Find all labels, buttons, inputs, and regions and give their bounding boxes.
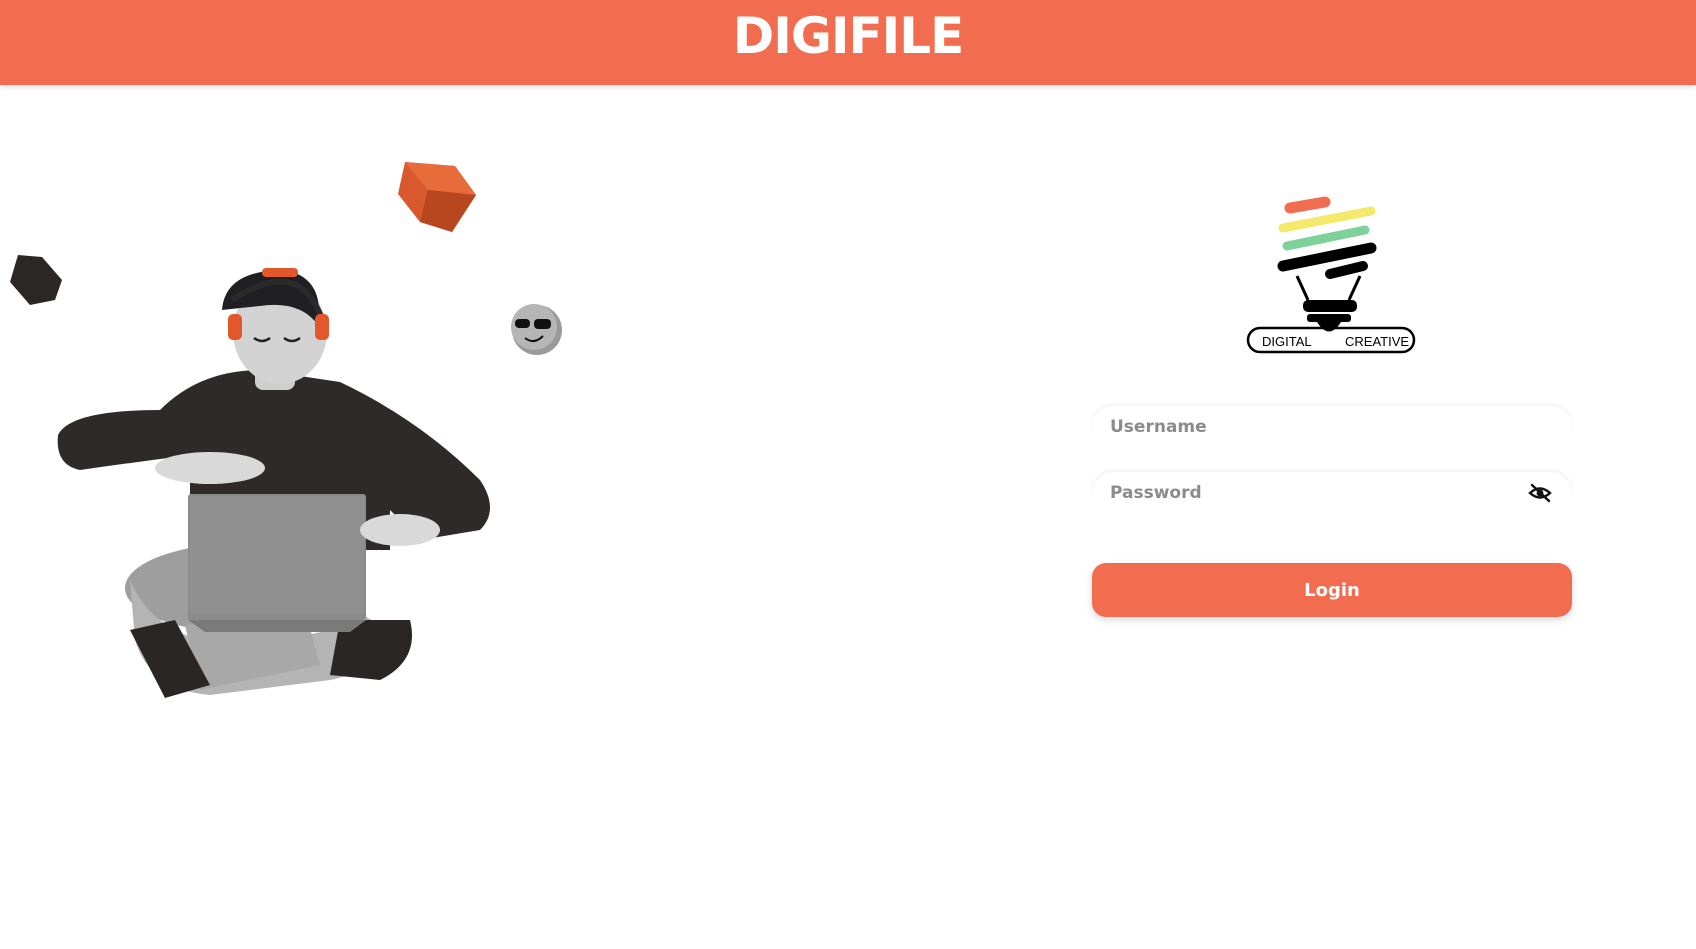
logo-text-creative: CREATIVE [1345,334,1409,349]
logo-text-digital: DIGITAL [1262,334,1312,349]
logo-stripe-yellow [1278,206,1376,233]
app-header: DIGIFILE [0,0,1696,85]
illustration-person-with-laptop [10,162,562,698]
dark-hexagon-shape [10,255,62,305]
orange-cube-shape [398,162,476,232]
laptop-shape [188,494,366,632]
password-field [1092,472,1572,514]
person-head [222,268,329,384]
password-input[interactable] [1092,472,1572,514]
login-button[interactable]: Login [1092,563,1572,617]
digital-creative-logo: DIGITAL CREATIVE [1246,196,1416,354]
sunglasses-emoji-shape [511,304,562,355]
app-title: DIGIFILE [732,6,965,65]
username-input[interactable] [1092,406,1572,448]
logo-stripe-green [1282,225,1370,251]
eye-off-icon[interactable] [1528,482,1552,504]
left-hand [155,452,265,484]
username-field [1092,406,1572,448]
right-hand [360,514,440,546]
logo-stripe-orange [1284,196,1331,214]
